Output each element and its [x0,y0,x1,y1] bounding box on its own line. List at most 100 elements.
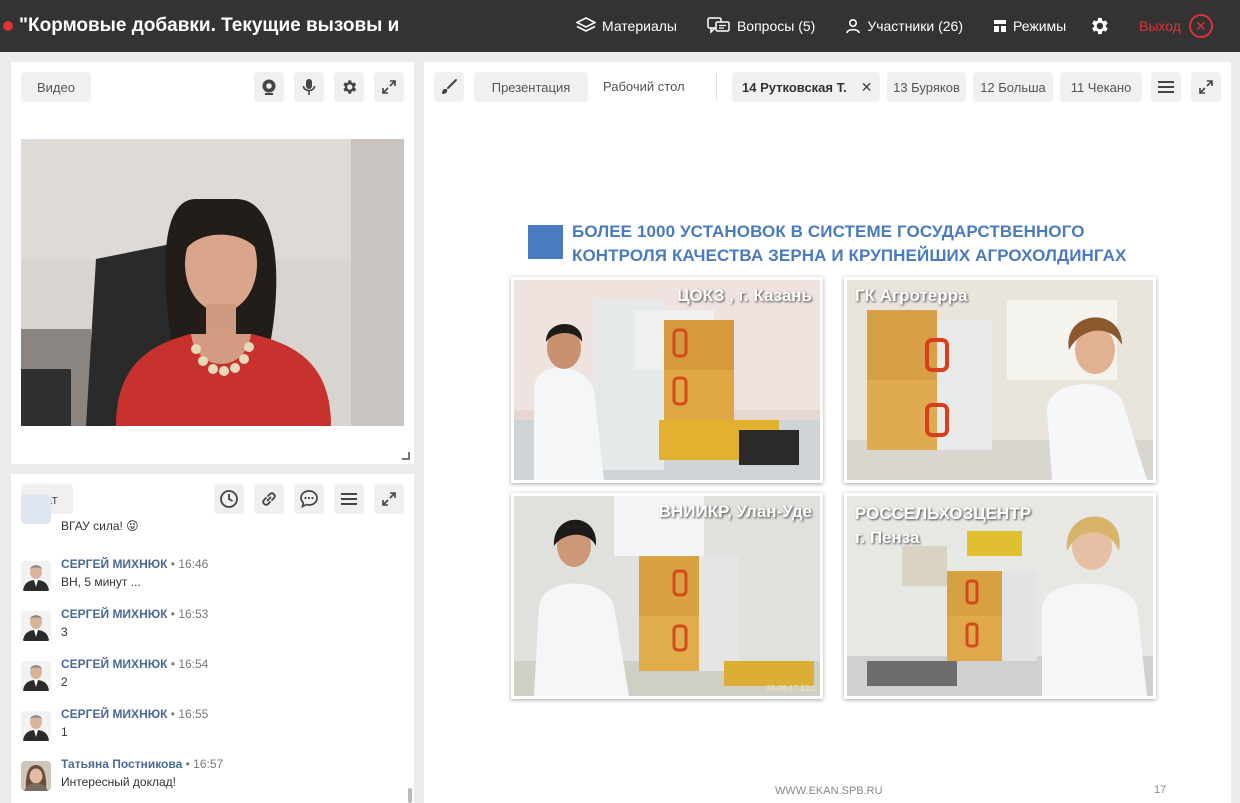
settings-button[interactable] [1088,15,1110,42]
materials-label: Материалы [602,18,677,34]
chat-message: СЕРГЕЙ МИХНЮК • 16:55 1 [21,707,401,753]
participants-button[interactable]: Участники (26) [845,18,963,34]
speaker-video-image [21,139,404,426]
slide-photo-kazan: ЦОКЗ , г. Казань [511,277,823,483]
modes-button[interactable]: Режимы [993,18,1066,34]
expand-icon [382,492,396,506]
chat-message-text: Интересный доклад! [61,775,176,789]
slide-photo-penza: РОССЕЛЬХОЗЦЕНТР г. Пенза [844,493,1156,699]
doc-tab[interactable]: 12 Больша [973,72,1053,102]
lab-photo-image [514,280,820,480]
avatar [21,611,51,641]
tab-desktop[interactable]: Рабочий стол [603,79,685,94]
chat-message-text: 1 [61,725,68,739]
doc-tab-label: 14 Рутковская Т. [742,79,847,95]
slide: БОЛЕЕ 1000 УСТАНОВОК В СИСТЕМЕ ГОСУДАРСТ… [494,202,1174,797]
presentation-panel: Презентация Рабочий стол 14 Рутковская Т… [424,62,1231,803]
webcam-video [21,139,404,426]
questions-icon [707,17,730,34]
photo-caption: ГК Агротерра [855,286,968,305]
chat-message: Татьяна Постникова • 16:57 Интересный до… [21,757,401,803]
video-panel: Видео [11,62,414,464]
chat-message-text: 3 [61,625,68,639]
modes-label: Режимы [1012,18,1067,34]
chat-timestamp: • 16:55 [170,707,209,721]
layers-icon [576,17,596,32]
chat-timestamp: • 16:57 [185,757,224,771]
lab-photo-image [514,496,820,696]
video-fullscreen-button[interactable] [374,72,404,102]
chat-author[interactable]: СЕРГЕЙ МИХНЮК [61,707,167,721]
chat-author[interactable]: СЕРГЕЙ МИХНЮК [61,557,167,571]
photo-caption: ЦОКЗ , г. Казань [677,286,812,305]
layout-icon [993,20,1006,32]
questions-button[interactable]: Вопросы (5) [707,17,815,35]
camera-button[interactable] [254,72,284,102]
chat-author[interactable]: Татьяна Постникова [61,757,182,771]
materials-button[interactable]: Материалы [576,17,677,35]
draw-tool-button[interactable] [434,72,464,102]
doc-tab[interactable]: 13 Буряков [887,72,966,102]
microphone-icon [302,79,316,95]
webcam-icon [262,79,276,95]
chat-timestamp: • 16:46 [170,557,209,571]
chat-message-text: 2 [61,675,68,689]
gear-icon [1092,17,1108,35]
resize-handle[interactable] [402,452,410,460]
chat-message: СЕРГЕЙ МИХНЮК • 16:46 ВН, 5 минут ... [21,557,401,603]
microphone-button[interactable] [294,72,324,102]
exit-button[interactable]: Выход ✕ [1139,14,1213,38]
video-settings-button[interactable] [334,72,364,102]
webinar-title: "Кормовые добавки. Текущие вызовы и [19,15,400,36]
avatar [21,661,51,691]
questions-label: Вопросы (5) [736,18,816,34]
video-tab[interactable]: Видео [21,72,91,102]
lab-photo-image [847,280,1153,480]
recording-indicator-icon [3,21,13,31]
tab-presentation[interactable]: Презентация [474,72,588,102]
chat-author[interactable]: СЕРГЕЙ МИХНЮК [61,657,167,671]
avatar [21,494,51,524]
slide-page-number: 17 [1154,784,1167,796]
avatar [21,711,51,741]
close-circle-icon: ✕ [1188,14,1213,38]
photo-caption: ВНИИКР, Улан-Уде [658,502,812,521]
slide-title: БОЛЕЕ 1000 УСТАНОВОК В СИСТЕМЕ ГОСУДАРСТ… [572,220,1126,268]
close-icon[interactable]: ✕ [861,79,873,96]
chat-message-header: СЕРГЕЙ МИХНЮК • 16:55 [61,707,208,721]
chat-message-text: ВН, 5 минут ... [61,575,141,589]
chat-timestamp: • 16:53 [170,607,209,621]
photo-caption-line: г. Пенза [855,528,920,547]
gear-icon [343,80,357,94]
presentation-fullscreen-button[interactable] [1191,72,1221,102]
expand-icon [1199,80,1213,94]
chat-message-header: СЕРГЕЙ МИХНЮК • 16:46 [61,557,208,571]
chat-message-header: СЕРГЕЙ МИХНЮК • 16:53 [61,607,208,621]
doc-tab-active[interactable]: 14 Рутковская Т. ✕ [732,72,880,102]
slide-photo-ulan-ude: ВНИИКР, Улан-Уде 28-06-17 12:1 [511,493,823,699]
chat-message-text: ВГАУ сила! 😜 [61,519,139,533]
participants-label: Участники (26) [867,18,963,34]
slide-title-line: КОНТРОЛЯ КАЧЕСТВА ЗЕРНА И КРУПНЕЙШИХ АГР… [572,246,1127,265]
hamburger-menu-icon [341,493,357,505]
chat-message: СЕРГЕЙ МИХНЮК • 16:53 3 [21,607,401,653]
avatar [21,761,51,791]
brush-icon [442,79,457,94]
exit-label: Выход [1139,18,1181,34]
chat-author[interactable]: СЕРГЕЙ МИХНЮК [61,607,167,621]
doc-list-button[interactable] [1151,72,1181,102]
chat-message: ВГАУ сила! 😜 [21,494,401,552]
slide-accent-square [528,225,563,259]
slide-footer-url: WWW.EKAN.SPB.RU [775,785,883,797]
slide-photo-agroterra: ГК Агротерра [844,277,1156,483]
avatar [21,561,51,591]
user-icon [846,18,861,34]
chat-scrollbar[interactable] [408,788,412,803]
photo-date-stamp: 28-06-17 12:1 [766,684,816,693]
chat-message-header: Татьяна Постникова • 16:57 [61,757,223,771]
chat-message-header: СЕРГЕЙ МИХНЮК • 16:54 [61,657,208,671]
hamburger-menu-icon [1158,81,1174,93]
doc-tab[interactable]: 11 Чекано [1060,72,1142,102]
chat-timestamp: • 16:54 [170,657,209,671]
chat-message: СЕРГЕЙ МИХНЮК • 16:54 2 [21,657,401,703]
